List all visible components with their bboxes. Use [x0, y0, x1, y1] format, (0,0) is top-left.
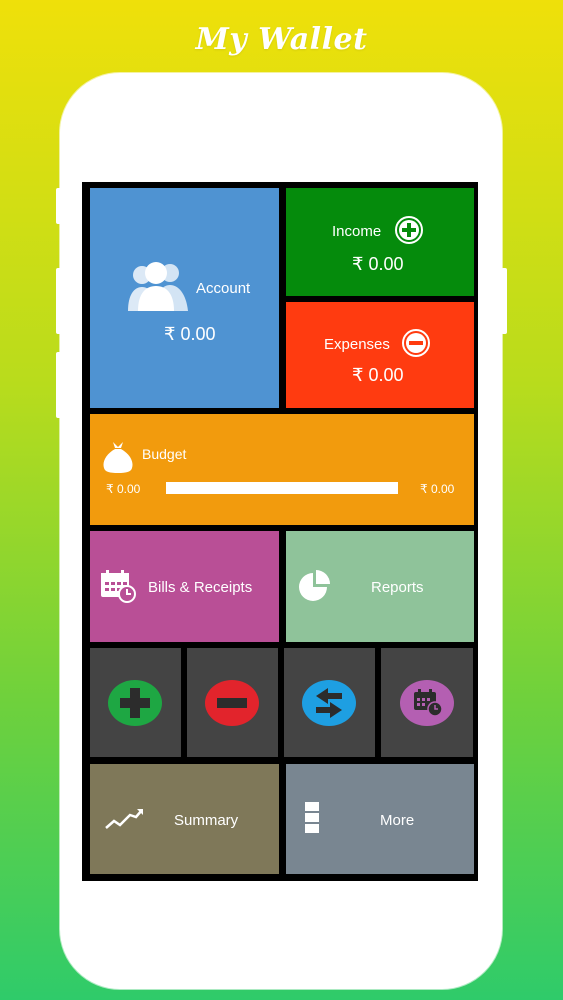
budget-min-amount: ₹ 0.00	[106, 482, 141, 496]
income-label: Income	[332, 223, 382, 240]
expenses-tile[interactable]: Expenses ₹ 0.00	[286, 302, 474, 408]
more-tile[interactable]: More	[286, 764, 474, 874]
budget-progress-bar	[166, 482, 398, 494]
account-amount: ₹ 0.00	[164, 324, 216, 344]
minus-icon	[205, 680, 259, 726]
phone-side-button-left-3	[56, 352, 62, 418]
budget-label: Budget	[142, 446, 187, 462]
money-bag-icon	[103, 442, 133, 473]
more-label: More	[380, 812, 415, 829]
budget-tile[interactable]: Budget ₹ 0.00 ₹ 0.00	[90, 414, 474, 525]
transfer-arrows-icon	[302, 680, 356, 726]
quick-schedule-button[interactable]	[381, 648, 473, 757]
income-amount: ₹ 0.00	[352, 254, 404, 274]
plus-circle-icon	[395, 216, 423, 244]
calendar-clock-icon	[400, 680, 454, 726]
users-group-icon	[128, 262, 188, 311]
bills-receipts-tile[interactable]: Bills & Receipts	[90, 531, 279, 642]
phone-side-button-right	[501, 268, 507, 334]
calendar-clock-icon	[101, 570, 136, 603]
trend-chart-icon	[105, 809, 143, 829]
minus-circle-icon	[402, 329, 430, 357]
phone-side-button-left	[56, 188, 62, 224]
more-menu-icon	[305, 802, 319, 834]
expenses-amount: ₹ 0.00	[352, 365, 404, 385]
pie-chart-icon	[299, 570, 330, 601]
account-label: Account	[196, 280, 251, 297]
plus-icon	[108, 680, 162, 726]
quick-add-income-button[interactable]	[90, 648, 181, 757]
reports-tile[interactable]: Reports	[286, 531, 474, 642]
reports-label: Reports	[371, 579, 424, 596]
budget-max-amount: ₹ 0.00	[420, 482, 455, 496]
account-tile[interactable]: Account ₹ 0.00	[90, 188, 279, 408]
income-tile[interactable]: Income ₹ 0.00	[286, 188, 474, 296]
summary-label: Summary	[174, 812, 239, 829]
quick-add-expense-button[interactable]	[187, 648, 278, 757]
bills-receipts-label: Bills & Receipts	[148, 579, 253, 596]
phone-side-button-left-2	[56, 268, 62, 334]
summary-tile[interactable]: Summary	[90, 764, 279, 874]
app-screen: Account ₹ 0.00 Income ₹ 0.00 Expenses ₹ …	[82, 182, 478, 881]
expenses-label: Expenses	[324, 336, 390, 353]
quick-transfer-button[interactable]	[284, 648, 375, 757]
app-title: My Wallet	[195, 22, 368, 57]
